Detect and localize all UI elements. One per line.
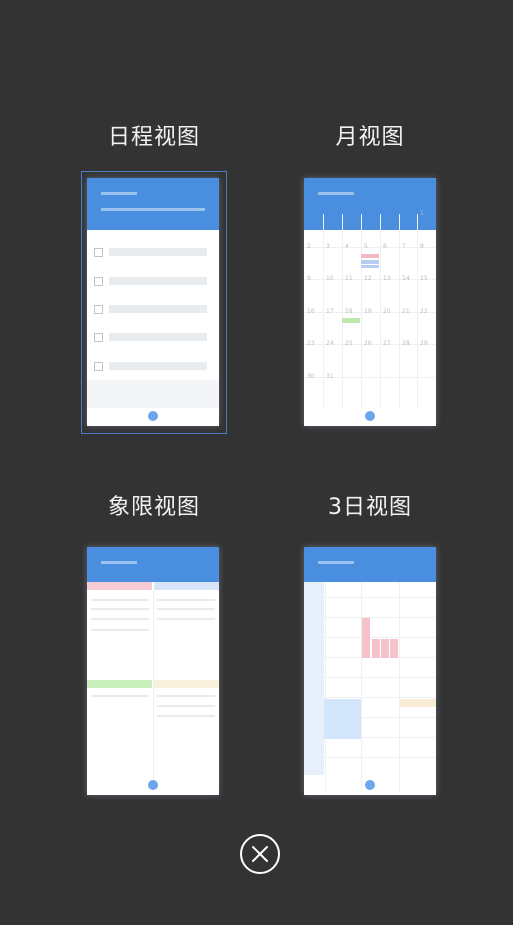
threeday-view-card[interactable] xyxy=(304,547,436,795)
month-day-cell: 24 xyxy=(326,340,334,347)
month-grid-line xyxy=(304,377,436,378)
close-button[interactable] xyxy=(240,834,280,874)
month-grid-line xyxy=(323,214,324,408)
month-day-cell: 1 xyxy=(420,210,424,217)
threeday-view-title: 3日视图 xyxy=(328,495,412,520)
month-day-cell: 25 xyxy=(345,340,353,347)
month-day-cell: 2 xyxy=(307,243,311,250)
month-day-cell: 20 xyxy=(383,308,391,315)
card-indicator-dot xyxy=(148,411,158,421)
month-day-cell: 10 xyxy=(326,275,334,282)
card-indicator-dot xyxy=(148,780,158,790)
month-day-cell: 7 xyxy=(402,243,406,250)
month-day-cell: 4 xyxy=(345,243,349,250)
month-day-cell: 26 xyxy=(364,340,372,347)
card-indicator-dot xyxy=(365,780,375,790)
month-day-cell: 11 xyxy=(345,275,353,282)
month-grid-line xyxy=(342,214,343,408)
close-icon xyxy=(252,846,268,862)
card-indicator-dot xyxy=(365,411,375,421)
month-day-cell: 28 xyxy=(402,340,410,347)
month-grid-line xyxy=(380,214,381,408)
month-day-cell: 22 xyxy=(420,308,428,315)
month-day-cell: 23 xyxy=(307,340,315,347)
month-day-cell: 16 xyxy=(307,308,315,315)
month-day-cell: 14 xyxy=(402,275,410,282)
month-day-cell: 18 xyxy=(345,308,353,315)
month-day-cell: 9 xyxy=(307,275,311,282)
month-grid-line xyxy=(417,214,418,408)
month-day-cell: 19 xyxy=(364,308,372,315)
month-view-card[interactable]: 1 2 3 4 5 6 7 8 9 10 11 12 13 14 15 16 17 18 19 20 21 22 23 24 2… xyxy=(304,178,436,426)
month-day-cell: 15 xyxy=(420,275,428,282)
schedule-view-card[interactable] xyxy=(87,178,219,426)
month-grid-line xyxy=(361,214,362,408)
card-header xyxy=(304,547,436,582)
quadrant-view-title: 象限视图 xyxy=(107,495,200,520)
card-header xyxy=(87,547,219,582)
quadrant-view-card[interactable] xyxy=(87,547,219,795)
month-day-cell: 21 xyxy=(402,308,410,315)
month-day-cell: 5 xyxy=(364,243,368,250)
month-day-cell: 6 xyxy=(383,243,387,250)
card-header xyxy=(87,178,219,230)
month-grid-line xyxy=(399,214,400,408)
month-day-cell: 3 xyxy=(326,243,330,250)
month-day-cell: 13 xyxy=(383,275,391,282)
month-day-cell: 27 xyxy=(383,340,391,347)
month-day-cell: 8 xyxy=(420,243,424,250)
schedule-view-title: 日程视图 xyxy=(107,125,200,150)
month-view-title: 月视图 xyxy=(335,125,405,150)
month-day-cell: 29 xyxy=(420,340,428,347)
month-day-cell: 31 xyxy=(326,373,334,380)
month-day-cell: 17 xyxy=(326,308,334,315)
month-day-cell: 30 xyxy=(307,373,315,380)
month-day-cell: 12 xyxy=(364,275,372,282)
month-grid-line xyxy=(304,247,436,248)
